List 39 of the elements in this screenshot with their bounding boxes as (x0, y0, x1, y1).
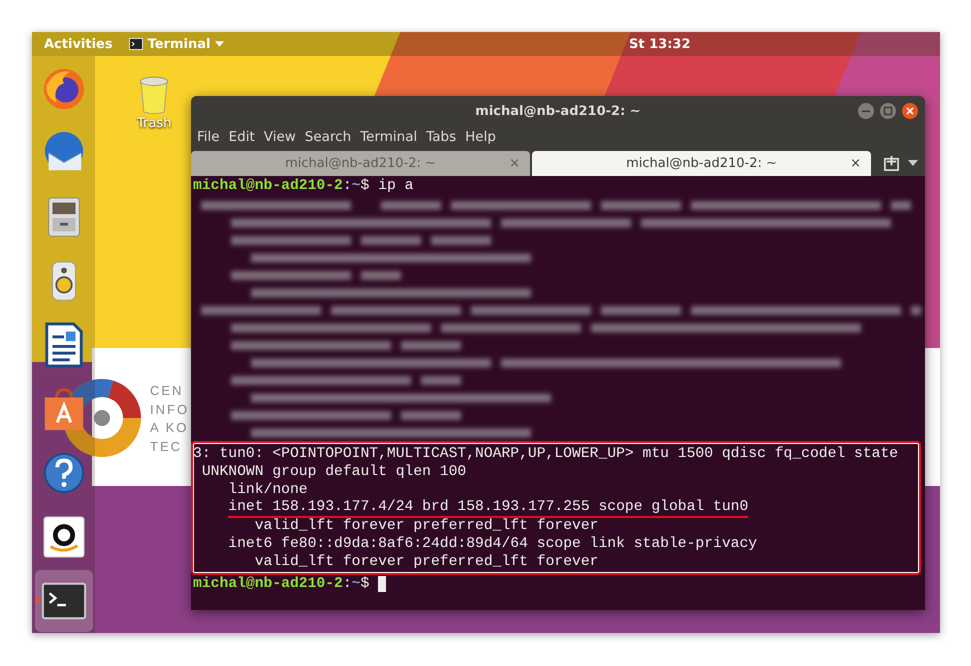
menu-item[interactable]: Tabs (422, 129, 460, 145)
dock-item[interactable] (34, 570, 92, 632)
menu-item[interactable]: Edit (224, 129, 259, 145)
terminal-icon (128, 38, 143, 50)
text-cursor (378, 576, 386, 592)
logo-text: INFO (150, 400, 190, 418)
output-line: 3: tun0: <POINTOPOINT,MULTICAST,NOARP,UP,LOWER_UP> mtu 1500 qdisc fq_codel state (193, 445, 898, 463)
prompt-path: ~ (352, 575, 360, 593)
logo-text: TEC (150, 438, 183, 456)
prompt-separator: : (342, 575, 352, 593)
window-title: michal@nb-ad210-2: ~ (475, 104, 641, 118)
caret-icon[interactable] (908, 160, 918, 166)
clock[interactable]: St 13:32 (629, 36, 690, 52)
output-line: link/none (228, 481, 308, 499)
prompt-symbol: $ (360, 575, 370, 593)
menu-item[interactable]: Terminal (356, 129, 422, 145)
output-line: valid_lft forever preferred_lft forever (254, 517, 598, 535)
tab-close-button[interactable]: × (850, 156, 861, 171)
terminal-tab[interactable]: michal@nb-ad210-2: ~ × (532, 151, 871, 176)
logo-text: A KO (150, 419, 190, 437)
command-text: $ ip a (360, 177, 414, 195)
output-line: inet6 fe80::d9da:8af6:24dd:89d4/64 scope link stable-privacy (228, 535, 758, 553)
menu-item[interactable]: File (193, 129, 224, 145)
output-line: valid_lft forever preferred_lft forever (254, 553, 598, 571)
minimize-icon[interactable] (857, 102, 875, 120)
menu-item[interactable]: Search (300, 129, 356, 145)
prompt-path: ~ (352, 177, 360, 195)
prompt-user-host: michal@nb-ad210-2 (193, 177, 343, 195)
output-line: UNKNOWN group default qlen 100 (202, 463, 466, 481)
prompt-user-host: michal@nb-ad210-2 (193, 575, 343, 593)
new-tab-icon[interactable] (883, 155, 900, 172)
close-icon[interactable] (901, 102, 919, 120)
menu-item[interactable]: Help (461, 129, 500, 145)
logo-text: CEN (150, 382, 184, 400)
output-line: inet 158.193.177.4/24 brd 158.193.177.255 scope global tun0 (228, 499, 748, 518)
caret-icon (215, 41, 224, 47)
menu-item[interactable]: View (260, 129, 300, 145)
prompt-separator: : (342, 177, 352, 195)
running-indicator-icon (34, 598, 40, 603)
